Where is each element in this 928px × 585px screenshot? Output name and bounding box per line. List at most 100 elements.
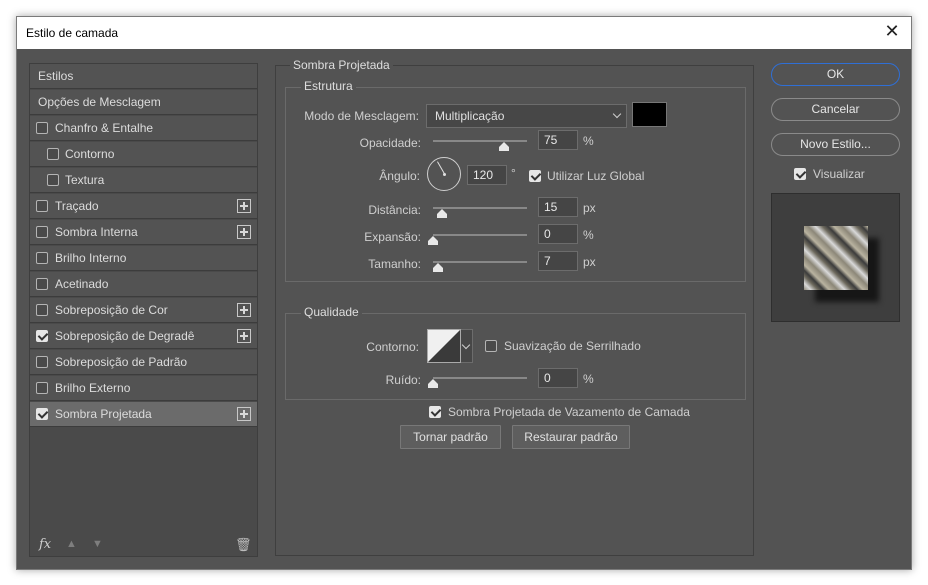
styles-list-panel: fx ▲ ▼ 🗑 Estilos Opções de Mesclagem Chanf… [29,63,258,557]
blend-mode-dropdown[interactable]: Multiplicação [426,104,627,128]
make-default-button[interactable]: Tornar padrão [400,425,501,449]
style-item-textura[interactable]: Textura [30,168,257,193]
new-style-button[interactable]: Novo Estilo... [771,133,900,156]
style-item-checkbox[interactable] [36,408,48,420]
style-item-sobreposicao-de-cor[interactable]: Sobreposição de Cor [30,298,257,323]
reset-default-button[interactable]: Restaurar padrão [512,425,630,449]
contour-curve-icon [428,330,460,362]
style-item-sombra-projetada[interactable]: Sombra Projetada [30,402,257,427]
distance-label: Distância: [368,203,421,217]
style-item-checkbox[interactable] [36,304,48,316]
style-item-sobreposicao-de-padrao[interactable]: Sobreposição de Padrão [30,350,257,375]
noise-label: Ruído: [385,373,421,387]
style-item-checkbox[interactable] [36,356,48,368]
style-item-checkbox[interactable] [36,330,48,342]
fx-icon[interactable]: fx [39,537,51,552]
opacity-slider[interactable] [433,138,527,151]
angle-dial[interactable] [427,157,461,191]
opacity-unit: % [583,134,594,148]
style-item-label: Traçado [55,199,99,213]
opacity-slider-thumb[interactable] [498,142,509,151]
size-slider[interactable] [432,259,527,272]
noise-slider[interactable] [428,375,527,388]
style-item-checkbox[interactable] [36,122,48,134]
style-preview-thumbnail [771,193,900,322]
style-item-checkbox[interactable] [36,200,48,212]
style-item-chanfro-entalhe[interactable]: Chanfro & Entalhe [30,116,257,141]
preview-checkbox[interactable] [794,168,806,180]
move-up-icon[interactable]: ▲ [66,538,77,550]
style-item-sombra-interna[interactable]: Sombra Interna [30,220,257,245]
style-item-label: Opções de Mesclagem [38,95,161,109]
blend-mode-value: Multiplicação [435,109,505,123]
style-item-estilos[interactable]: Estilos [30,64,257,89]
style-item-label: Textura [65,173,105,187]
distance-slider[interactable] [433,205,527,218]
size-unit: px [583,255,596,269]
cancel-button[interactable]: Cancelar [771,98,900,121]
opacity-label: Opacidade: [359,136,421,150]
style-item-checkbox[interactable] [36,278,48,290]
contour-label: Contorno: [366,340,419,354]
style-item-label: Sombra Projetada [55,407,152,421]
style-item-checkbox[interactable] [36,252,48,264]
preview-tile [804,226,868,290]
add-effect-icon[interactable] [237,199,251,213]
size-slider-thumb[interactable] [432,263,443,272]
angle-input[interactable]: 120 [467,165,507,185]
style-item-checkbox[interactable] [47,174,59,186]
move-down-icon[interactable]: ▼ [92,538,103,550]
style-item-label: Sobreposição de Padrão [55,355,188,369]
global-light-checkbox[interactable] [529,170,541,182]
global-light-label: Utilizar Luz Global [547,169,645,183]
quality-legend: Qualidade [301,305,362,319]
style-item-label: Acetinado [55,277,109,291]
blend-mode-label: Modo de Mesclagem: [304,109,419,123]
distance-input[interactable]: 15 [538,197,578,217]
style-item-sobreposicao-de-degrade[interactable]: Sobreposição de Degradê [30,324,257,349]
size-input[interactable]: 7 [538,251,578,271]
preview-label: Visualizar [813,167,865,181]
spread-input[interactable]: 0 [538,224,578,244]
title-bar: Estilo de camada ✕ [17,17,911,49]
noise-unit: % [583,372,594,386]
angle-unit: ° [511,166,516,180]
style-item-opcoes-de-mesclagem[interactable]: Opções de Mesclagem [30,90,257,115]
noise-slider-thumb[interactable] [428,379,438,388]
style-item-label: Sombra Interna [55,225,138,239]
add-effect-icon[interactable] [237,303,251,317]
distance-slider-thumb[interactable] [437,209,448,218]
style-item-contorno[interactable]: Contorno [30,142,257,167]
contour-picker[interactable] [427,329,461,363]
style-item-acetinado[interactable]: Acetinado [30,272,257,297]
add-effect-icon[interactable] [237,407,251,421]
style-item-label: Sobreposição de Cor [55,303,168,317]
style-item-label: Brilho Externo [55,381,131,395]
opacity-input[interactable]: 75 [538,130,578,150]
close-icon[interactable]: ✕ [882,22,902,42]
styles-list-toolbar: fx ▲ ▼ 🗑 [30,534,257,558]
antialias-checkbox[interactable] [485,340,497,352]
add-effect-icon[interactable] [237,225,251,239]
style-item-brilho-externo[interactable]: Brilho Externo [30,376,257,401]
knockout-checkbox[interactable] [429,406,441,418]
spread-slider-thumb[interactable] [428,236,438,245]
spread-slider[interactable] [428,232,527,245]
noise-input[interactable]: 0 [538,368,578,388]
trash-icon[interactable]: 🗑 [235,537,252,553]
style-item-tracado[interactable]: Traçado [30,194,257,219]
style-item-label: Brilho Interno [55,251,127,265]
style-item-checkbox[interactable] [47,148,59,160]
ok-button[interactable]: OK [771,63,900,86]
style-item-checkbox[interactable] [36,382,48,394]
contour-dropdown-chevron[interactable] [461,329,473,363]
style-item-checkbox[interactable] [36,226,48,238]
shadow-color-swatch[interactable] [632,102,667,127]
style-item-brilho-interno[interactable]: Brilho Interno [30,246,257,271]
add-effect-icon[interactable] [237,329,251,343]
spread-unit: % [583,228,594,242]
knockout-label: Sombra Projetada de Vazamento de Camada [448,405,690,419]
dialog-title: Estilo de camada [26,26,119,40]
structure-legend: Estrutura [301,79,356,93]
style-item-label: Contorno [65,147,115,161]
